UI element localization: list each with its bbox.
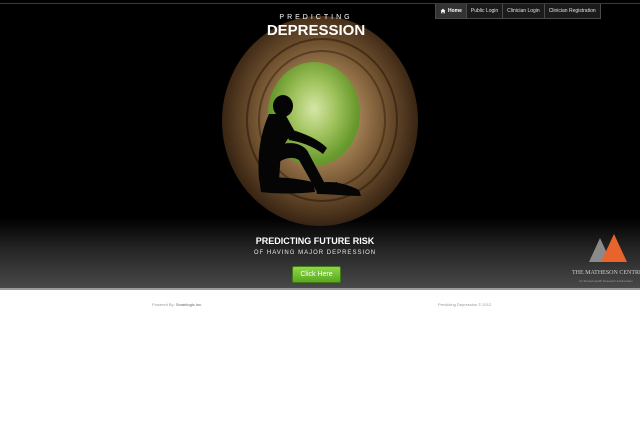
powered-by-company-link[interactable]: Smartlogic Inc. — [176, 302, 202, 307]
person-silhouette — [258, 95, 361, 196]
nav-home[interactable]: Home — [436, 4, 467, 18]
home-icon — [440, 8, 446, 14]
hero-bottom-border — [0, 288, 640, 290]
nav-clinician-registration[interactable]: Clinician Registration — [545, 4, 600, 18]
click-here-button[interactable]: Click Here — [292, 266, 341, 283]
nav-public-login[interactable]: Public Login — [467, 4, 504, 18]
nav-clinician-login[interactable]: Clinician Login — [503, 4, 545, 18]
hero-heading: PREDICTING FUTURE RISK — [255, 236, 375, 246]
powered-by-label: Powered By: — [152, 302, 175, 307]
hero-banner: PREDICTING DEPRESSION Home Public Login … — [0, 0, 640, 290]
hero-subheading: OF HAVING MAJOR DEPRESSION — [253, 250, 377, 256]
footer-powered-by: Powered By: Smartlogic Inc. — [152, 302, 202, 307]
brand-subtitle: PREDICTING — [279, 14, 353, 21]
footer-copyright: Predicting Depression © 2012 — [438, 302, 492, 307]
matheson-logo-icon — [589, 234, 627, 262]
partner-name: THE MATHESON CENTRE — [572, 270, 640, 276]
partner-tagline: for Mental Health Research & Education — [579, 279, 633, 283]
nav-home-label: Home — [448, 7, 462, 14]
main-nav: Home Public Login Clinician Login Clinic… — [435, 4, 601, 19]
brand-title: DEPRESSION — [266, 22, 366, 39]
